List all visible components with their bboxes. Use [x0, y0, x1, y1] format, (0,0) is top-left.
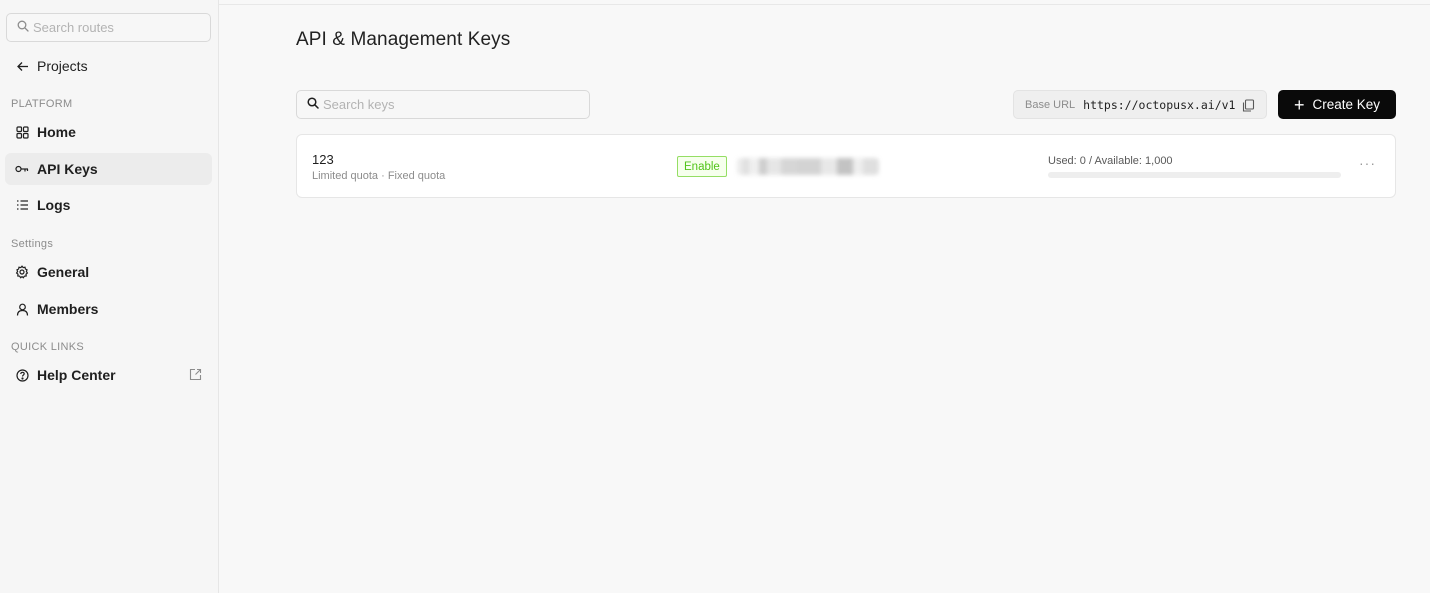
sidebar-item-logs-label: Logs [37, 197, 71, 213]
key-name: 123 [312, 152, 334, 167]
search-icon [307, 96, 319, 114]
create-key-button[interactable]: + Create Key [1278, 90, 1396, 119]
key-row[interactable]: 123 Limited quota · Fixed quota Enable U… [296, 134, 1396, 198]
section-label-platform: PLATFORM [11, 98, 73, 110]
sidebar-item-general-label: General [37, 264, 90, 280]
usage-text: Used: 0 / Available: 1,000 [1048, 155, 1173, 167]
sidebar-item-members[interactable]: Members [5, 293, 212, 325]
list-icon [15, 198, 29, 212]
sidebar-item-help-center-label: Help Center [37, 367, 116, 383]
route-search-input[interactable] [33, 20, 203, 35]
sidebar-item-logs[interactable]: Logs [5, 189, 212, 221]
external-link-icon [189, 368, 202, 381]
copy-icon[interactable] [1242, 99, 1255, 112]
sidebar-item-members-label: Members [37, 301, 99, 317]
key-quota-meta: Limited quota · Fixed quota [312, 170, 446, 182]
key-search-input[interactable] [323, 97, 573, 112]
route-search-box[interactable] [6, 13, 211, 42]
key-search-box[interactable] [296, 90, 590, 119]
help-circle-icon [15, 368, 29, 382]
sidebar-item-home-label: Home [37, 124, 76, 140]
base-url-label: Base URL [1025, 98, 1076, 111]
base-url-value: https://octopusx.ai/v1 [1083, 97, 1236, 112]
sidebar-item-api-keys[interactable]: API Keys [5, 153, 212, 185]
masked-api-key [737, 158, 879, 175]
sidebar-item-help-center[interactable]: Help Center [5, 359, 212, 391]
section-label-quick-links: QUICK LINKS [11, 341, 84, 353]
sidebar: Projects PLATFORM Home API Keys Logs Set… [0, 0, 219, 593]
sidebar-item-api-keys-label: API Keys [37, 161, 98, 177]
plus-icon: + [1293, 94, 1305, 115]
key-icon [15, 162, 29, 176]
back-to-projects-link[interactable]: Projects [5, 50, 212, 82]
base-url-box: Base URL https://octopusx.ai/v1 [1013, 90, 1267, 119]
usage-progress-bar [1048, 172, 1341, 178]
header-divider [219, 4, 1430, 5]
back-to-projects-label: Projects [37, 58, 88, 74]
status-badge[interactable]: Enable [677, 156, 727, 177]
user-icon [15, 302, 29, 316]
gear-icon [15, 265, 29, 279]
grid-icon [15, 125, 29, 139]
search-icon [17, 19, 29, 37]
arrow-left-icon [15, 59, 29, 73]
sidebar-item-general[interactable]: General [5, 256, 212, 288]
page-title: API & Management Keys [296, 29, 511, 50]
section-label-settings: Settings [11, 238, 54, 250]
sidebar-item-home[interactable]: Home [5, 116, 212, 148]
more-icon[interactable]: ··· [1359, 155, 1375, 175]
create-key-label: Create Key [1312, 97, 1381, 112]
